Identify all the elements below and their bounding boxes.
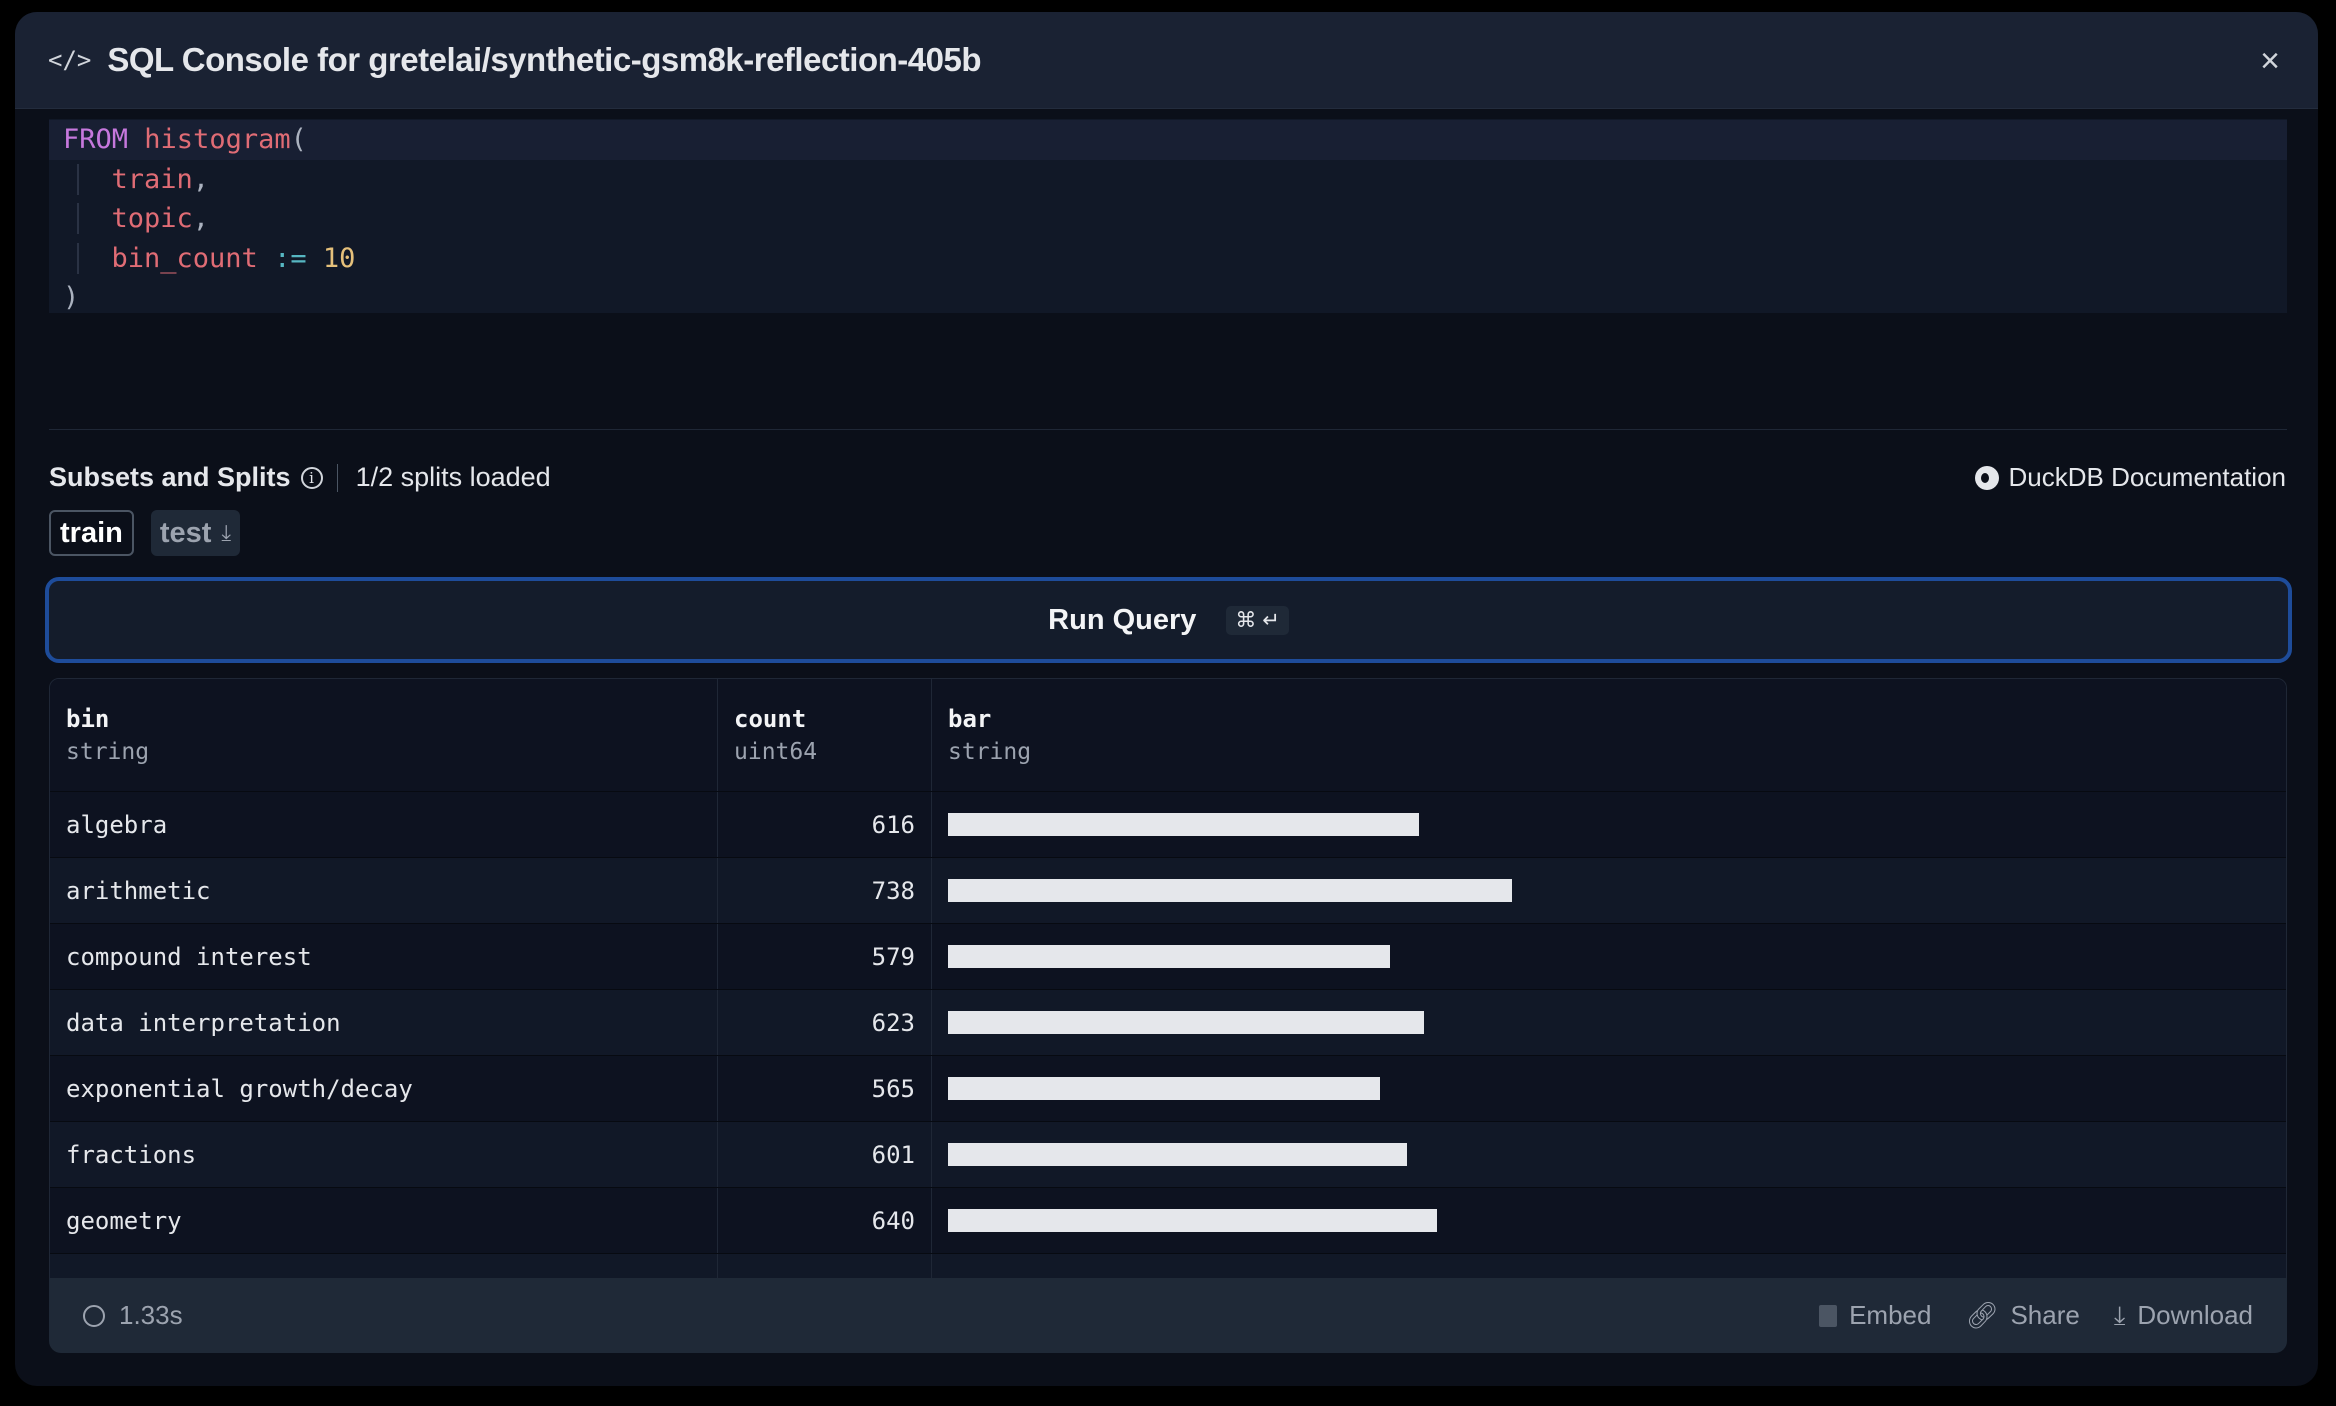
modal-header: </> SQL Console for gretelai/synthetic-g… <box>15 12 2318 109</box>
bar-fill <box>948 945 1391 968</box>
duckdb-docs-link[interactable]: DuckDB Documentation <box>1974 462 2286 493</box>
cell-bar <box>932 858 2286 923</box>
table-row[interactable]: algebra 616 <box>50 792 2286 858</box>
cell-count: 601 <box>718 1122 932 1187</box>
code-line: bin_count := 10 <box>49 239 2287 279</box>
cell-bin: compound interest <box>50 924 718 989</box>
arg: bin_count <box>111 242 258 274</box>
split-train[interactable]: train <box>49 510 134 556</box>
cell-count: 738 <box>718 858 932 923</box>
code-line: FROM histogram( <box>49 120 2287 160</box>
cell-bar <box>932 792 2286 857</box>
code-icon: </> <box>48 46 92 74</box>
table-row[interactable]: compound interest 579 <box>50 924 2286 990</box>
download-label: Download <box>2137 1300 2253 1330</box>
paren: ) <box>63 282 80 313</box>
cell-count: 640 <box>718 1188 932 1253</box>
separator <box>336 463 338 492</box>
comma: , <box>192 163 210 195</box>
cell-bar <box>932 990 2286 1055</box>
time-label: 1.33s <box>119 1300 183 1330</box>
cell-bar <box>932 1056 2286 1121</box>
cell-bin: fractions <box>50 1122 718 1187</box>
code-line: topic, <box>49 199 2287 239</box>
cell-bin: exponential growth/decay <box>50 1056 718 1121</box>
download-button[interactable]: ⤓ Download <box>2114 1300 2253 1332</box>
duckdb-icon <box>1974 465 1999 490</box>
bar-fill <box>948 813 1419 836</box>
cell-bar <box>932 924 2286 989</box>
download-icon: ⤓ <box>2113 1299 2126 1330</box>
cell-count: 623 <box>718 990 932 1055</box>
split-test[interactable]: test ⤓ <box>150 510 241 556</box>
shortcut-badge: ⌘ ↵ <box>1226 605 1289 635</box>
info-icon[interactable]: i <box>300 466 323 489</box>
number: 10 <box>322 242 356 274</box>
bar-fill <box>948 1209 1438 1232</box>
table-row[interactable]: geometry 640 <box>50 1188 2286 1254</box>
cell-bin: geometry <box>50 1188 718 1253</box>
sql-console-modal: </> SQL Console for gretelai/synthetic-g… <box>15 12 2318 1386</box>
cell-count: 565 <box>718 1056 932 1121</box>
cell-bar <box>932 1122 2286 1187</box>
link-icon: 🔗︎ <box>1965 1300 1999 1330</box>
close-icon[interactable]: × <box>2260 42 2280 81</box>
modal-title: SQL Console for gretelai/synthetic-gsm8k… <box>107 41 981 78</box>
keyword: FROM <box>63 124 129 155</box>
docs-label: DuckDB Documentation <box>2008 462 2286 492</box>
cell-bin: data interpretation <box>50 990 718 1055</box>
bar-fill <box>948 1143 1408 1166</box>
sql-editor[interactable]: FROM histogram( train, topic, bin_count … <box>49 119 2287 313</box>
subsets-label: Subsets and Splits <box>49 462 291 492</box>
query-time: 1.33s <box>83 1300 183 1331</box>
table-row[interactable]: arithmetic 738 <box>50 858 2286 924</box>
column-header-bar[interactable]: bar string <box>932 679 2286 791</box>
column-header-bin[interactable]: bin string <box>50 679 718 791</box>
clock-icon <box>83 1304 105 1327</box>
bar-fill <box>948 879 1512 902</box>
cell-count: 579 <box>718 924 932 989</box>
bar-fill <box>948 1011 1425 1034</box>
divider <box>49 429 2287 430</box>
split-selector: train test ⤓ <box>49 510 241 556</box>
results-table: bin string count uint64 bar string algebra … <box>49 678 2287 1292</box>
run-query-label: Run Query <box>1048 603 1197 636</box>
run-query-button[interactable]: Run Query ⌘ ↵ <box>45 577 2292 663</box>
embed-label: Embed <box>1849 1300 1932 1330</box>
embed-button[interactable]: Embed <box>1819 1300 1931 1332</box>
cell-bin: algebra <box>50 792 718 857</box>
table-row[interactable]: fractions 601 <box>50 1122 2286 1188</box>
arg: train <box>111 163 193 195</box>
paren: ( <box>290 124 307 155</box>
arg: topic <box>111 203 193 234</box>
bar-fill <box>948 1077 1380 1100</box>
embed-icon <box>1819 1304 1838 1327</box>
splits-status: 1/2 splits loaded <box>355 462 551 492</box>
split-label: test <box>159 516 212 549</box>
table-row[interactable]: data interpretation 623 <box>50 990 2286 1056</box>
split-label: train <box>60 516 123 549</box>
share-button[interactable]: 🔗︎ Share <box>1965 1300 2079 1332</box>
cell-bar <box>932 1188 2286 1253</box>
operator: := <box>274 242 307 274</box>
function-name: histogram <box>144 124 291 155</box>
table-header: bin string count uint64 bar string <box>50 679 2286 792</box>
results-footer: 1.33s Embed 🔗︎ Share ⤓ Download <box>49 1278 2287 1353</box>
subsets-row: Subsets and Splits i 1/2 splits loaded <box>49 462 551 493</box>
cell-count: 616 <box>718 792 932 857</box>
table-row[interactable]: exponential growth/decay 565 <box>50 1056 2286 1122</box>
column-header-count[interactable]: count uint64 <box>718 679 932 791</box>
cell-bin: arithmetic <box>50 858 718 923</box>
comma: , <box>192 203 210 234</box>
code-line: ) <box>49 278 2287 318</box>
share-label: Share <box>2010 1300 2080 1330</box>
download-icon: ⤓ <box>221 520 232 545</box>
code-line: train, <box>49 160 2287 200</box>
